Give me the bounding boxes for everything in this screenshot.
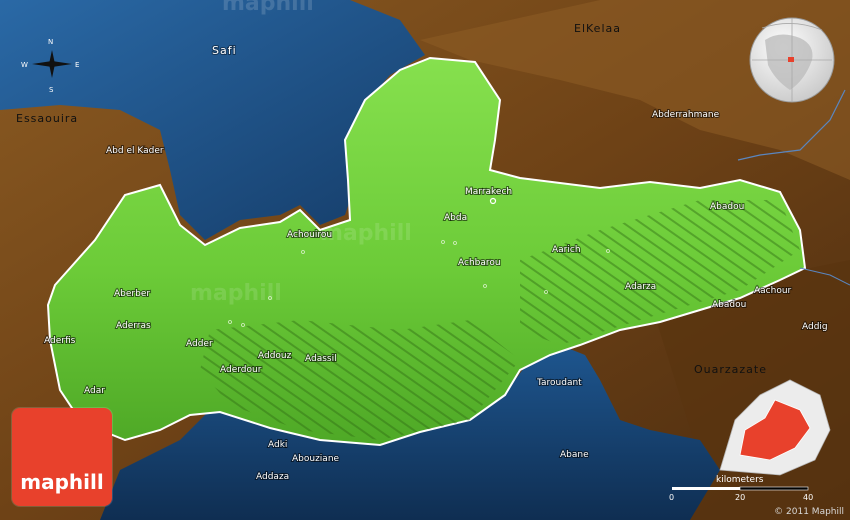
region-label-taroudant: Taroudant xyxy=(536,378,582,388)
place-abd-el-kader: Abd el Kader xyxy=(106,146,164,156)
scale-tick-20: 20 xyxy=(735,493,745,502)
place-achbarou: Achbarou xyxy=(458,258,501,268)
place-aderdour: Aderdour xyxy=(220,365,262,375)
place-adarza: Adarza xyxy=(625,282,656,292)
scale-unit: kilometers xyxy=(716,475,764,485)
region-label-ouarzazate: Ouarzazate xyxy=(694,363,767,376)
place-aachour: Aachour xyxy=(754,286,792,296)
region-label-safi: Safi xyxy=(212,44,237,57)
place-abderrahmane: Abderrahmane xyxy=(652,110,720,120)
place-aderras: Aderras xyxy=(116,321,151,331)
copyright-notice: © 2011 Maphill xyxy=(774,507,844,517)
place-abadou-south: Abadou xyxy=(712,300,746,310)
compass-west: W xyxy=(21,61,28,69)
place-addaza: Addaza xyxy=(256,472,289,482)
place-aberber: Aberber xyxy=(114,289,150,299)
place-adder: Adder xyxy=(186,339,213,349)
place-abouziane: Abouziane xyxy=(292,454,340,464)
map-view[interactable]: maphill maphill maphill Safi ElKelaa Ess… xyxy=(0,0,850,520)
map-canvas: maphill maphill maphill Safi ElKelaa Ess… xyxy=(0,0,850,520)
scale-tick-0: 0 xyxy=(669,493,674,502)
place-adar: Adar xyxy=(84,386,105,396)
place-aarich: Aarich xyxy=(552,245,581,255)
place-abane: Abane xyxy=(560,450,589,460)
maphill-logo-text: maphill xyxy=(20,470,104,494)
region-label-essaouira: Essaouira xyxy=(16,112,78,125)
compass-south: S xyxy=(49,86,54,94)
place-aderfis: Aderfis xyxy=(44,336,76,346)
watermark-top: maphill xyxy=(222,0,314,16)
watermark-center: maphill xyxy=(320,221,412,246)
place-addouz: Addouz xyxy=(258,351,292,361)
place-addig: Addig xyxy=(802,322,828,332)
compass-east: E xyxy=(75,61,79,69)
place-adassil: Adassil xyxy=(305,354,337,364)
globe-locator xyxy=(749,17,835,103)
place-abadou-north: Abadou xyxy=(710,202,744,212)
place-abda: Abda xyxy=(444,213,467,223)
region-label-elkelaa: ElKelaa xyxy=(574,22,621,35)
place-adki: Adki xyxy=(268,440,287,450)
place-achouirou: Achouirou xyxy=(287,230,332,240)
compass-north: N xyxy=(48,38,53,46)
scale-tick-40: 40 xyxy=(803,493,813,502)
watermark-left: maphill xyxy=(190,281,282,306)
place-marrakech: Marrakech xyxy=(465,187,512,197)
maphill-logo[interactable]: maphill xyxy=(12,408,112,506)
